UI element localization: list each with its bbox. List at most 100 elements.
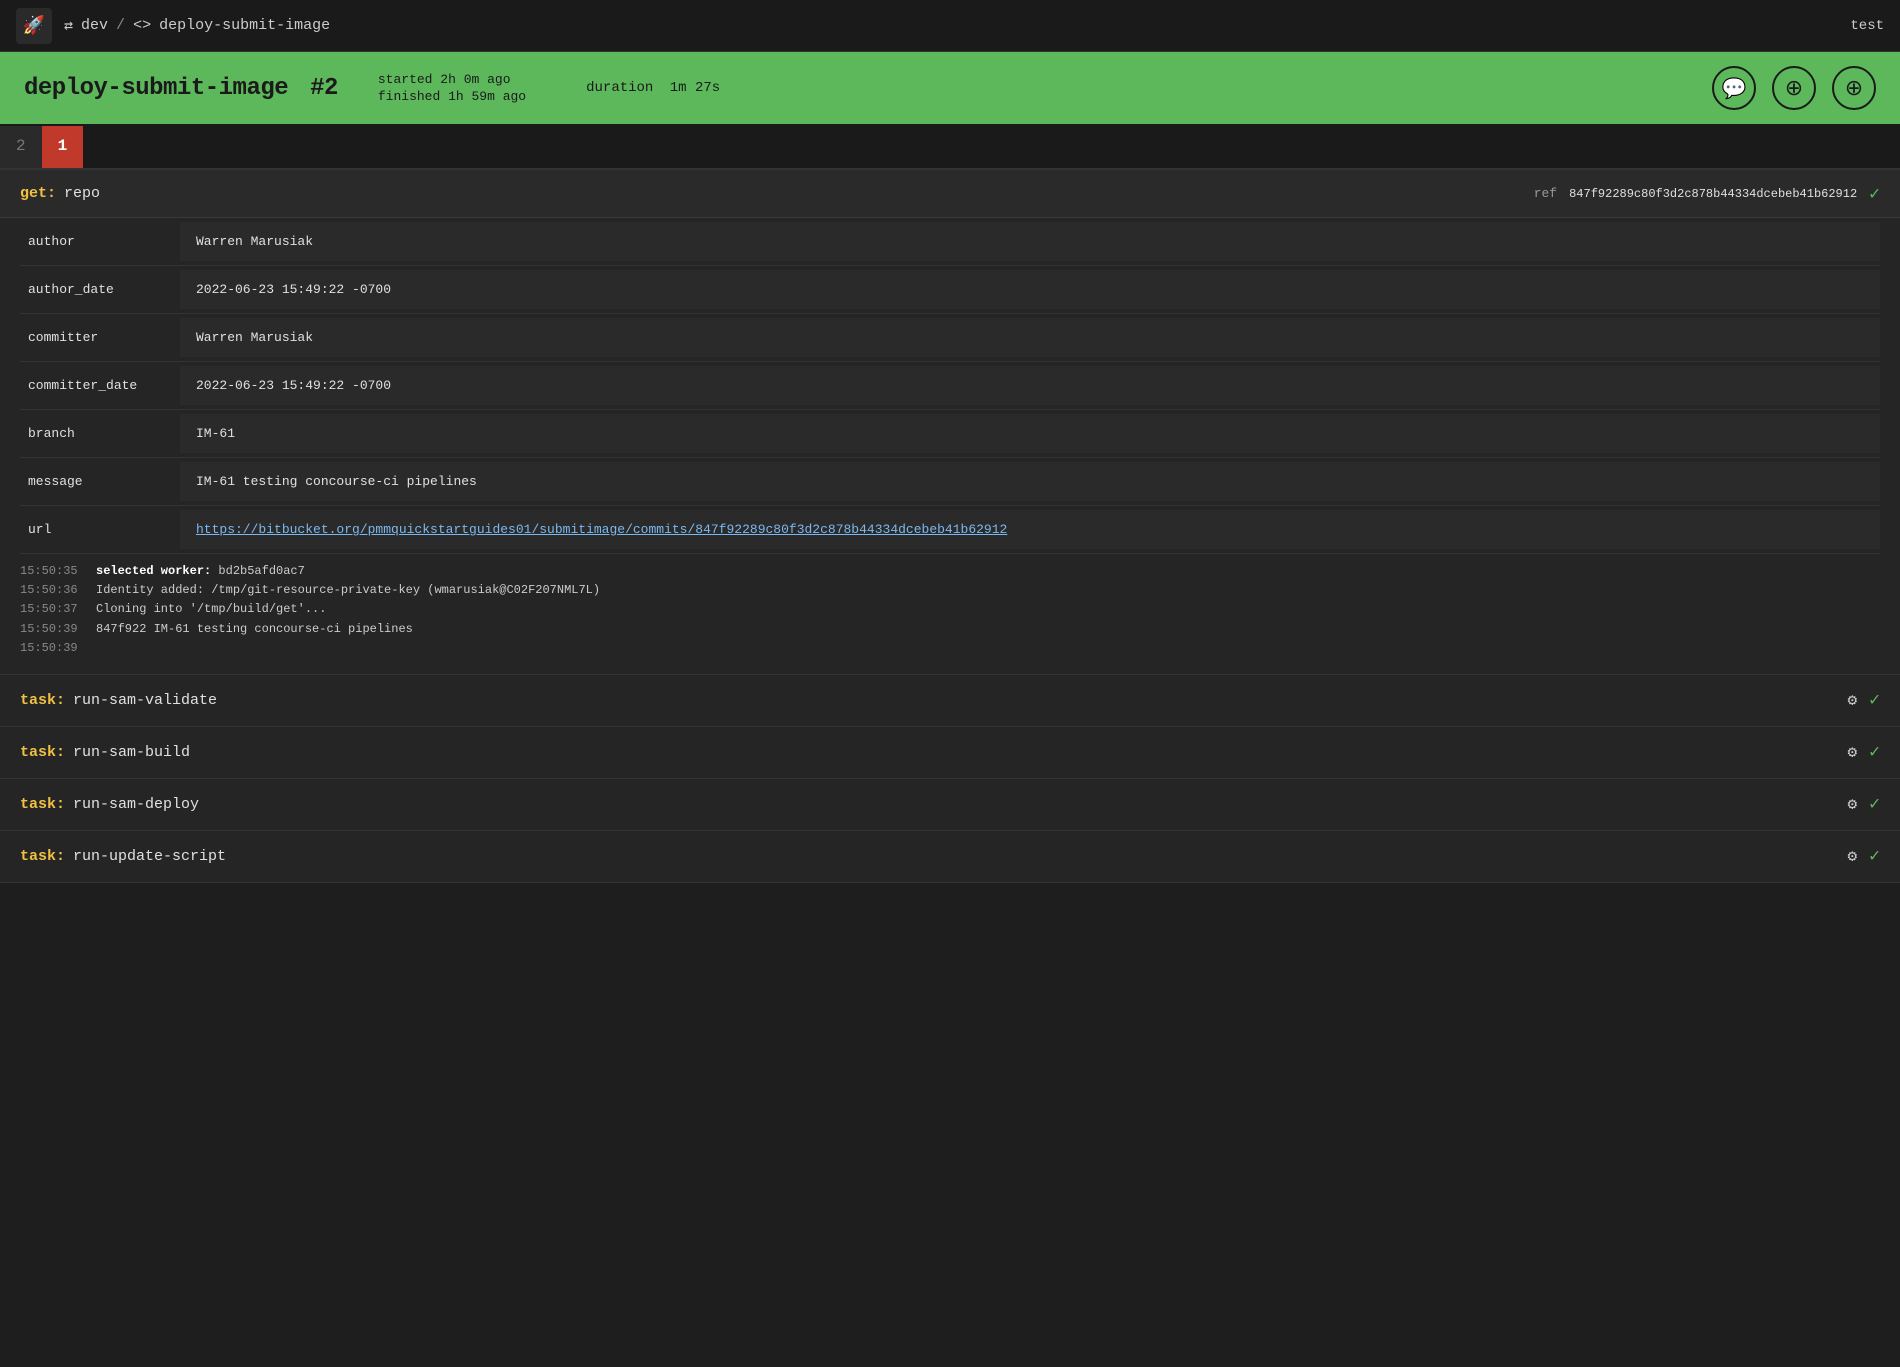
log-time-4: 15:50:39 — [20, 620, 80, 639]
key-committer-date: committer_date — [20, 366, 180, 405]
info-row-url: url https://bitbucket.org/pmmquickstartg… — [20, 506, 1880, 554]
trigger-icon: ⊕ — [1785, 75, 1803, 101]
task-keyword-3: task: — [20, 796, 65, 813]
ref-hash: 847f92289c80f3d2c878b44334dcebeb41b62912 — [1569, 187, 1857, 201]
gear-icon-4[interactable]: ⚙ — [1848, 846, 1858, 866]
log-text-1: selected worker: bd2b5afd0ac7 — [96, 562, 305, 581]
header-bar: deploy-submit-image #2 started 2h 0m ago… — [0, 52, 1900, 124]
get-resource-name: repo — [64, 185, 100, 202]
log-text-2: Identity added: /tmp/git-resource-privat… — [96, 581, 600, 600]
task-run-sam-validate[interactable]: task: run-sam-validate ⚙ ✓ — [0, 675, 1900, 727]
value-branch: IM-61 — [180, 414, 1880, 453]
task-keyword-4: task: — [20, 848, 65, 865]
trigger-build-button[interactable]: ⊕ — [1772, 66, 1816, 110]
get-section: get: repo ref 847f92289c80f3d2c878b44334… — [0, 170, 1900, 675]
build-meta: started 2h 0m ago finished 1h 59m ago — [378, 72, 526, 104]
log-time-1: 15:50:35 — [20, 562, 80, 581]
gear-icon-3[interactable]: ⚙ — [1848, 794, 1858, 814]
log-line-1: 15:50:35 selected worker: bd2b5afd0ac7 — [20, 562, 1880, 581]
task-run-update-script[interactable]: task: run-update-script ⚙ ✓ — [0, 831, 1900, 883]
log-time-2: 15:50:36 — [20, 581, 80, 600]
task-icons-1: ⚙ ✓ — [1848, 689, 1880, 711]
task-icons-2: ⚙ ✓ — [1848, 741, 1880, 763]
value-message: IM-61 testing concourse-ci pipelines — [180, 462, 1880, 501]
check-icon-1: ✓ — [1869, 689, 1880, 711]
log-line-5: 15:50:39 — [20, 639, 1880, 658]
add-button[interactable]: ⊕ — [1832, 66, 1876, 110]
info-row-author-date: author_date 2022-06-23 15:49:22 -0700 — [20, 266, 1880, 314]
breadcrumb-pipeline-icon: ⇄ — [64, 16, 73, 35]
nav-user: test — [1850, 18, 1884, 34]
main-content: get: repo ref 847f92289c80f3d2c878b44334… — [0, 170, 1900, 883]
breadcrumb: ⇄ dev / <> deploy-submit-image — [64, 16, 330, 35]
key-author-date: author_date — [20, 270, 180, 309]
get-header: get: repo ref 847f92289c80f3d2c878b44334… — [0, 170, 1900, 218]
ref-label: ref — [1534, 186, 1557, 201]
breadcrumb-dev[interactable]: dev — [81, 17, 108, 34]
check-icon-4: ✓ — [1869, 845, 1880, 867]
value-author-date: 2022-06-23 15:49:22 -0700 — [180, 270, 1880, 309]
value-author: Warren Marusiak — [180, 222, 1880, 261]
tab-1[interactable]: 1 — [42, 126, 84, 168]
add-icon: ⊕ — [1845, 75, 1863, 101]
check-icon-3: ✓ — [1869, 793, 1880, 815]
log-time-3: 15:50:37 — [20, 600, 80, 619]
info-table: author Warren Marusiak author_date 2022-… — [0, 218, 1900, 554]
task-name-1: run-sam-validate — [73, 692, 217, 709]
breadcrumb-pipeline[interactable]: deploy-submit-image — [159, 17, 330, 34]
task-run-sam-build[interactable]: task: run-sam-build ⚙ ✓ — [0, 727, 1900, 779]
get-check-icon: ✓ — [1869, 183, 1880, 205]
task-run-sam-deploy[interactable]: task: run-sam-deploy ⚙ ✓ — [0, 779, 1900, 831]
log-line-4: 15:50:39 847f922 IM-61 testing concourse… — [20, 620, 1880, 639]
build-number: #2 — [310, 75, 338, 102]
value-url[interactable]: https://bitbucket.org/pmmquickstartguide… — [180, 510, 1880, 549]
finished-time: finished 1h 59m ago — [378, 89, 526, 104]
started-time: started 2h 0m ago — [378, 72, 526, 87]
log-line-3: 15:50:37 Cloning into '/tmp/build/get'..… — [20, 600, 1880, 619]
page-title: deploy-submit-image #2 — [24, 75, 338, 102]
task-keyword-2: task: — [20, 744, 65, 761]
task-name-2: run-sam-build — [73, 744, 190, 761]
breadcrumb-sep1: / — [116, 17, 125, 34]
task-icons-4: ⚙ ✓ — [1848, 845, 1880, 867]
task-name-4: run-update-script — [73, 848, 226, 865]
app-logo[interactable]: 🚀 — [16, 8, 52, 44]
info-row-author: author Warren Marusiak — [20, 218, 1880, 266]
get-ref: ref 847f92289c80f3d2c878b44334dcebeb41b6… — [1534, 183, 1880, 205]
check-icon-2: ✓ — [1869, 741, 1880, 763]
task-keyword-1: task: — [20, 692, 65, 709]
key-url: url — [20, 510, 180, 549]
key-author: author — [20, 222, 180, 261]
info-row-message: message IM-61 testing concourse-ci pipel… — [20, 458, 1880, 506]
info-row-committer-date: committer_date 2022-06-23 15:49:22 -0700 — [20, 362, 1880, 410]
repo-url-link[interactable]: https://bitbucket.org/pmmquickstartguide… — [196, 522, 1007, 537]
breadcrumb-code-icon: <> — [133, 17, 151, 34]
key-message: message — [20, 462, 180, 501]
tab-2[interactable]: 2 — [0, 126, 42, 168]
duration-value: 1m 27s — [670, 80, 720, 96]
task-name-3: run-sam-deploy — [73, 796, 199, 813]
info-row-committer: committer Warren Marusiak — [20, 314, 1880, 362]
info-row-branch: branch IM-61 — [20, 410, 1880, 458]
task-icons-3: ⚙ ✓ — [1848, 793, 1880, 815]
top-nav: 🚀 ⇄ dev / <> deploy-submit-image test — [0, 0, 1900, 52]
pipeline-name: deploy-submit-image — [24, 75, 288, 102]
duration-label: duration — [586, 80, 653, 96]
key-branch: branch — [20, 414, 180, 453]
log-line-2: 15:50:36 Identity added: /tmp/git-resour… — [20, 581, 1880, 600]
log-time-5: 15:50:39 — [20, 639, 80, 658]
duration: duration 1m 27s — [586, 80, 720, 96]
value-committer: Warren Marusiak — [180, 318, 1880, 357]
chat-button[interactable]: 💬 — [1712, 66, 1756, 110]
get-keyword: get: — [20, 185, 56, 202]
value-committer-date: 2022-06-23 15:49:22 -0700 — [180, 366, 1880, 405]
header-actions: 💬 ⊕ ⊕ — [1712, 66, 1876, 110]
gear-icon-2[interactable]: ⚙ — [1848, 742, 1858, 762]
log-section: 15:50:35 selected worker: bd2b5afd0ac7 1… — [0, 554, 1900, 674]
tab-bar: 2 1 — [0, 124, 1900, 170]
chat-icon: 💬 — [1722, 76, 1747, 101]
log-text-3: Cloning into '/tmp/build/get'... — [96, 600, 326, 619]
gear-icon-1[interactable]: ⚙ — [1848, 690, 1858, 710]
log-text-4: 847f922 IM-61 testing concourse-ci pipel… — [96, 620, 413, 639]
key-committer: committer — [20, 318, 180, 357]
